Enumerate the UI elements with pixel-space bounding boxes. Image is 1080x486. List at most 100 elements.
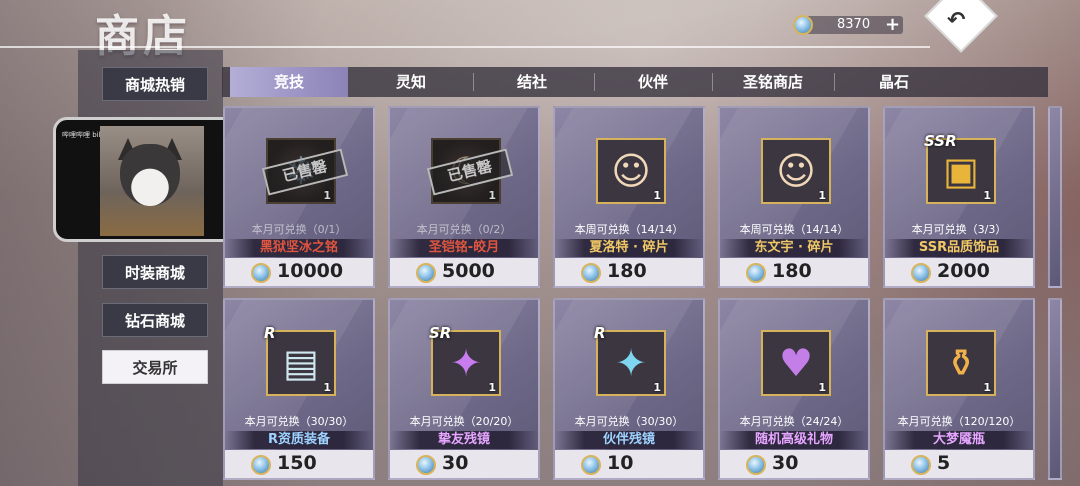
puzzle-shard-icon: ✦	[450, 341, 482, 385]
potion-bottle-icon: ⚱	[945, 341, 977, 385]
price-bar: 2000	[885, 258, 1033, 286]
item-name: 夏洛特 · 碎片	[555, 239, 703, 257]
shop-item-card[interactable]: ❄已售罄1 本月可兑换（0/1） 黑狱坚冰之铭 10000	[223, 106, 375, 288]
item-icon-frame: ❄已售罄1	[261, 138, 349, 204]
item-price: 30	[772, 452, 799, 474]
shop-item-card[interactable]: ▤ R 1 本月可兑换（30/30） R资质装备 150	[223, 298, 375, 480]
exchange-limit: 本周可兑换（14/14）	[574, 223, 684, 236]
item-name: 东文宇 · 碎片	[720, 239, 868, 257]
add-currency-button[interactable]: +	[885, 14, 900, 35]
tab-holy-seal-shop[interactable]: 圣铭商店	[713, 67, 833, 97]
item-quantity: 1	[818, 381, 826, 394]
coin-icon	[251, 263, 271, 283]
back-button[interactable]: ↶	[922, 0, 998, 53]
coin-icon	[581, 263, 601, 283]
tab-crystal[interactable]: 晶石	[835, 67, 953, 97]
item-price: 5000	[442, 260, 495, 282]
item-icon-frame: ⚱ 1	[926, 330, 996, 396]
exchange-limit: 本月可兑换（20/20）	[409, 415, 519, 428]
item-icon-frame: ▣ SSR 1	[924, 132, 996, 204]
sidebar-item-diamond-shop[interactable]: 钻石商城	[102, 303, 208, 337]
item-icon-frame: ✦ SR 1	[429, 324, 501, 396]
title-divider	[0, 46, 930, 48]
item-quantity: 1	[653, 189, 661, 202]
exchange-limit: 本月可兑换（30/30）	[574, 415, 684, 428]
sidebar-item-exchange[interactable]: 交易所	[102, 350, 208, 384]
husky-face-image	[120, 144, 180, 206]
item-quantity: 1	[983, 381, 991, 394]
exchange-limit: 本月可兑换（0/1）	[251, 223, 347, 236]
shop-item-card[interactable]: ♥ 1 本月可兑换（24/24） 随机高级礼物 30	[718, 298, 870, 480]
coin-icon	[793, 15, 813, 35]
shop-item-card[interactable]: ☾已售罄1 本月可兑换（0/2） 圣铠铭-皎月 5000	[388, 106, 540, 288]
item-price: 2000	[937, 260, 990, 282]
exchange-limit: 本月可兑换（0/2）	[416, 223, 512, 236]
rarity-label: SSR	[924, 132, 957, 150]
item-name: 伙伴残镜	[555, 431, 703, 449]
coin-icon	[416, 455, 436, 475]
item-quantity: 1	[653, 381, 661, 394]
currency-amount: 8370	[837, 17, 871, 32]
item-icon-frame: ☺ 1	[596, 138, 666, 204]
item-price: 30	[442, 452, 469, 474]
item-icon-frame: ☾已售罄1	[426, 138, 514, 204]
price-bar: 30	[390, 450, 538, 478]
shop-item-card[interactable]: ✦ SR 1 本月可兑换（20/20） 挚友残镜 30	[388, 298, 540, 480]
exchange-limit: 本月可兑换（3/3）	[911, 223, 1007, 236]
partial-item-card[interactable]	[1048, 106, 1062, 288]
tab-arena[interactable]: 竞技	[230, 67, 348, 97]
price-bar: 180	[720, 258, 868, 286]
shop-item-card[interactable]: ☺ 1 本周可兑换（14/14） 东文宇 · 碎片 180	[718, 106, 870, 288]
coin-icon	[251, 455, 271, 475]
item-icon-frame: ☺ 1	[761, 138, 831, 204]
character-portrait-icon: ☺	[776, 149, 816, 193]
coin-icon	[746, 455, 766, 475]
shop-item-card[interactable]: ✦ R 1 本月可兑换（30/30） 伙伴残镜 10	[553, 298, 705, 480]
sidebar-item-hot-sale[interactable]: 商城热销	[102, 67, 208, 101]
shop-item-card[interactable]: ▣ SSR 1 本月可兑换（3/3） SSR品质饰品 2000	[883, 106, 1035, 288]
item-name: SSR品质饰品	[885, 239, 1033, 257]
coin-icon	[581, 455, 601, 475]
tab-spirit[interactable]: 灵知	[352, 67, 470, 97]
item-price: 5	[937, 452, 951, 474]
exchange-limit: 本周可兑换（14/14）	[739, 223, 849, 236]
tab-partner[interactable]: 伙伴	[595, 67, 711, 97]
price-bar: 10000	[225, 258, 373, 286]
item-name: 随机高级礼物	[720, 431, 868, 449]
item-quantity: 1	[323, 381, 331, 394]
item-name: 黑狱坚冰之铭	[225, 239, 373, 257]
video-frame	[100, 126, 204, 236]
item-quantity: 1	[488, 189, 496, 202]
tab-society[interactable]: 结社	[474, 67, 590, 97]
price-bar: 150	[225, 450, 373, 478]
shop-item-card[interactable]: ☺ 1 本周可兑换（14/14） 夏洛特 · 碎片 180	[553, 106, 705, 288]
coin-icon	[911, 455, 931, 475]
exchange-limit: 本月可兑换（30/30）	[244, 415, 354, 428]
rarity-label: R	[264, 324, 276, 342]
item-price: 10	[607, 452, 634, 474]
coin-icon	[746, 263, 766, 283]
item-icon-frame: ✦ R 1	[594, 324, 666, 396]
shop-item-card[interactable]: ⚱ 1 本月可兑换（120/120） 大梦魇瓶 5	[883, 298, 1035, 480]
price-bar: 5000	[390, 258, 538, 286]
rarity-label: SR	[429, 324, 452, 342]
heart-gift-box-icon: ♥	[778, 341, 814, 385]
sidebar-item-fashion-shop[interactable]: 时装商城	[102, 255, 208, 289]
item-name: 挚友残镜	[390, 431, 538, 449]
price-bar: 5	[885, 450, 1033, 478]
rarity-label: R	[594, 324, 606, 342]
item-price: 180	[772, 260, 812, 282]
price-bar: 10	[555, 450, 703, 478]
item-quantity: 1	[983, 189, 991, 202]
puzzle-shard-icon: ✦	[615, 341, 647, 385]
equipment-case-icon: ▤	[283, 341, 319, 385]
coin-icon	[416, 263, 436, 283]
item-quantity: 1	[818, 189, 826, 202]
partial-item-card[interactable]	[1048, 298, 1062, 480]
item-icon-frame: ▤ R 1	[264, 324, 336, 396]
character-portrait-icon: ☺	[611, 149, 651, 193]
return-arrow-icon: ↶	[947, 8, 966, 33]
item-quantity: 1	[323, 189, 331, 202]
item-name: R资质装备	[225, 431, 373, 449]
currency-display[interactable]: 8370 +	[793, 13, 903, 37]
